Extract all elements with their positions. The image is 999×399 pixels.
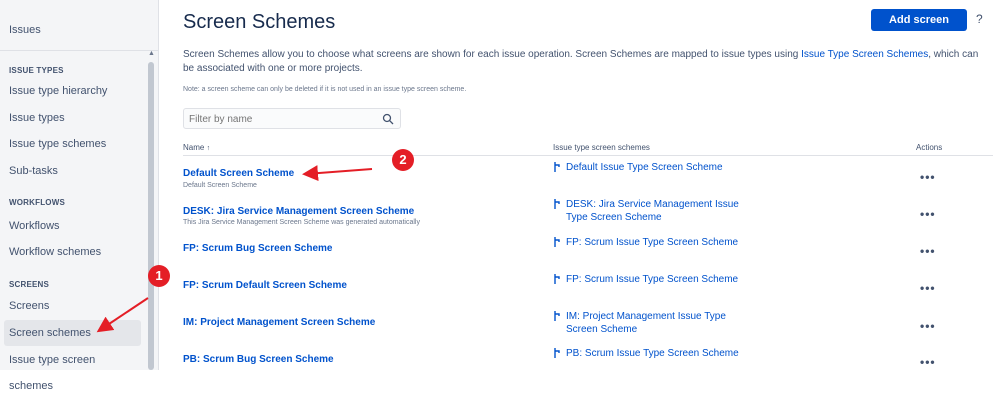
issue-type-scheme-icon: [554, 348, 560, 358]
scheme-name-fp-default[interactable]: FP: Scrum Default Screen Scheme: [183, 280, 347, 291]
sidebar-item-workflows[interactable]: Workflows: [0, 213, 140, 239]
column-header-name[interactable]: Name ↑: [183, 143, 210, 152]
its-link-fp-default[interactable]: FP: Scrum Issue Type Screen Scheme: [553, 273, 753, 286]
issue-type-scheme-icon: [554, 274, 560, 284]
scheme-name-default[interactable]: Default Screen Scheme: [183, 168, 294, 179]
its-link-text: FP: Scrum Issue Type Screen Scheme: [566, 274, 739, 285]
its-link-text: Default Issue Type Screen Scheme: [566, 162, 723, 173]
sidebar-item-workflow-schemes[interactable]: Workflow schemes: [0, 239, 140, 265]
its-link-text: PB: Scrum Issue Type Screen Scheme: [566, 348, 739, 359]
its-link-desk[interactable]: DESK: Jira Service Management Issue Type…: [553, 198, 753, 224]
scheme-name-desk[interactable]: DESK: Jira Service Management Screen Sch…: [183, 206, 414, 217]
annotation-badge-2: 2: [392, 149, 414, 171]
scheme-description-default: Default Screen Scheme: [183, 182, 257, 189]
sidebar-item-issue-type-screen-schemes[interactable]: Issue type screen schemes: [0, 347, 140, 392]
row-actions-button[interactable]: •••: [920, 319, 936, 333]
page-title: Screen Schemes: [183, 11, 336, 33]
sidebar-item-issue-type-hierarchy[interactable]: Issue type hierarchy: [0, 78, 140, 104]
row-actions-button[interactable]: •••: [920, 355, 936, 369]
table-header-divider: [183, 155, 993, 156]
scroll-up-icon[interactable]: ▲: [148, 50, 155, 57]
scheme-description-desk: This Jira Service Management Screen Sche…: [183, 219, 420, 226]
page-description: Screen Schemes allow you to choose what …: [183, 48, 983, 76]
scheme-name-im[interactable]: IM: Project Management Screen Scheme: [183, 317, 375, 328]
row-actions-button[interactable]: •••: [920, 244, 936, 258]
delete-note: Note: a screen scheme can only be delete…: [183, 86, 467, 93]
sort-icon: ↑: [206, 145, 211, 152]
row-actions-button[interactable]: •••: [920, 281, 936, 295]
sidebar-item-sub-tasks[interactable]: Sub-tasks: [0, 158, 140, 184]
its-link-text: DESK: Jira Service Management Issue Type…: [566, 199, 739, 223]
its-link-im[interactable]: IM: Project Management Issue Type Screen…: [553, 310, 753, 336]
its-link-fp-bug[interactable]: FP: Scrum Issue Type Screen Scheme: [553, 236, 753, 249]
its-link-pb-bug[interactable]: PB: Scrum Issue Type Screen Scheme: [553, 347, 753, 360]
sidebar-item-issue-type-schemes[interactable]: Issue type schemes: [0, 131, 140, 157]
section-workflows: WORKFLOWS: [9, 198, 66, 207]
column-header-its: Issue type screen schemes: [553, 143, 650, 152]
filter-search-box[interactable]: [183, 108, 401, 129]
issue-type-screen-schemes-link[interactable]: Issue Type Screen Schemes: [801, 49, 928, 60]
help-icon[interactable]: ?: [976, 12, 983, 26]
sidebar-scrollbar[interactable]: ▲: [146, 50, 156, 370]
sidebar: Issues ISSUE TYPES Issue type hierarchy …: [0, 0, 159, 392]
issue-type-scheme-icon: [554, 199, 560, 209]
column-header-actions: Actions: [916, 143, 943, 152]
its-link-text: FP: Scrum Issue Type Screen Scheme: [566, 237, 739, 248]
sidebar-item-issues[interactable]: Issues: [9, 24, 41, 36]
its-link-text: IM: Project Management Issue Type Screen…: [566, 311, 726, 335]
annotation-badge-1: 1: [148, 265, 170, 287]
scroll-thumb[interactable]: [148, 62, 154, 370]
scheme-name-pb-bug[interactable]: PB: Scrum Bug Screen Scheme: [183, 354, 334, 365]
sidebar-item-issue-types[interactable]: Issue types: [0, 105, 140, 131]
scheme-name-fp-bug[interactable]: FP: Scrum Bug Screen Scheme: [183, 243, 333, 254]
search-icon: [382, 113, 394, 125]
issue-type-scheme-icon: [554, 237, 560, 247]
section-screens: SCREENS: [9, 280, 50, 289]
row-actions-button[interactable]: •••: [920, 170, 936, 184]
its-link-default[interactable]: Default Issue Type Screen Scheme: [553, 161, 753, 174]
issue-type-scheme-icon: [554, 311, 560, 321]
row-actions-button[interactable]: •••: [920, 207, 936, 221]
sidebar-divider: [0, 50, 158, 51]
main-content: Screen Schemes Add screen scheme ? Scree…: [158, 0, 999, 370]
sidebar-item-screens[interactable]: Screens: [0, 293, 140, 319]
filter-by-name-input[interactable]: [189, 112, 369, 126]
section-issue-types: ISSUE TYPES: [9, 66, 64, 75]
sidebar-item-screen-schemes[interactable]: Screen schemes: [4, 320, 141, 346]
column-name-label: Name: [183, 143, 205, 152]
issue-type-scheme-icon: [554, 162, 560, 172]
description-text-before: Screen Schemes allow you to choose what …: [183, 49, 802, 60]
add-screen-scheme-button[interactable]: Add screen scheme: [871, 9, 967, 48]
